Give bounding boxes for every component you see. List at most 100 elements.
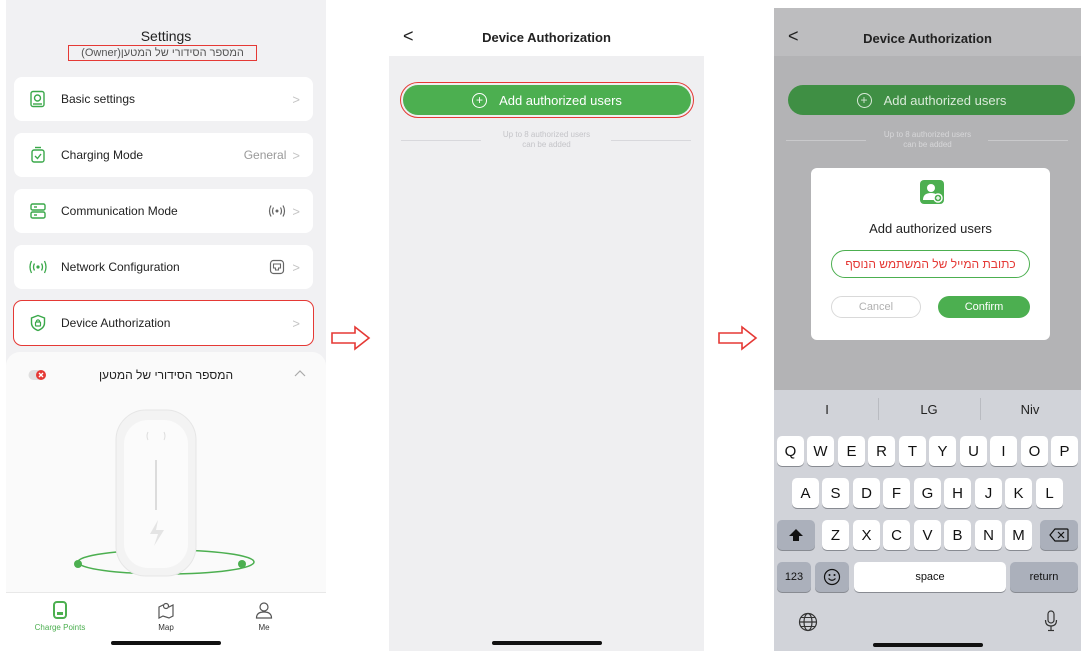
key[interactable]: F: [883, 478, 910, 508]
key[interactable]: B: [944, 520, 971, 550]
authorized-users-limit-hint: Up to 8 authorized users: [883, 130, 972, 139]
cancel-button[interactable]: Cancel: [831, 296, 921, 318]
page-title: Device Authorization: [482, 30, 611, 45]
nav-bar: < Device Authorization: [389, 0, 704, 56]
device-panel: המספר הסידורי של המטען: [6, 352, 326, 592]
add-user-icon: [920, 180, 944, 204]
home-indicator: [491, 641, 602, 645]
key[interactable]: Z: [822, 520, 849, 550]
flow-arrow-right-icon: [331, 325, 371, 351]
key[interactable]: A: [792, 478, 819, 508]
home-indicator: [872, 643, 983, 647]
wireless-signal-icon: [268, 202, 286, 220]
key[interactable]: R: [868, 436, 895, 466]
add-authorized-users-label: Add authorized users: [883, 92, 1007, 108]
key[interactable]: T: [899, 436, 926, 466]
key[interactable]: Q: [777, 436, 804, 466]
key[interactable]: W: [807, 436, 834, 466]
numbers-key[interactable]: 123: [777, 562, 811, 592]
chevron-right-icon: >: [292, 147, 300, 163]
charger-illustration: [74, 409, 255, 577]
key[interactable]: E: [838, 436, 865, 466]
shift-key[interactable]: [777, 520, 815, 550]
suggestion-item[interactable]: LG: [879, 402, 979, 417]
key[interactable]: P: [1051, 436, 1078, 466]
communication-mode-item[interactable]: Communication Mode >: [14, 189, 313, 233]
suggestion-item[interactable]: I: [777, 402, 877, 417]
device-authorization-label: Device Authorization: [61, 316, 171, 330]
key[interactable]: G: [914, 478, 941, 508]
map-icon: [126, 599, 206, 621]
chevron-right-icon: >: [292, 91, 300, 107]
key[interactable]: M: [1005, 520, 1032, 550]
add-user-dialog: Add authorized users כתובת המייל של המשת…: [811, 168, 1050, 340]
basic-settings-item[interactable]: Basic settings >: [14, 77, 313, 121]
emoji-key[interactable]: [815, 562, 849, 592]
key[interactable]: H: [944, 478, 971, 508]
charging-mode-item[interactable]: Charging Mode General >: [14, 133, 313, 177]
key[interactable]: Y: [929, 436, 956, 466]
charging-mode-value: General: [243, 148, 287, 162]
key[interactable]: J: [975, 478, 1002, 508]
charging-mode-icon: [27, 144, 49, 166]
settings-card-icon: [27, 88, 49, 110]
key[interactable]: N: [975, 520, 1002, 550]
tab-charge-points[interactable]: Charge Points: [20, 599, 100, 632]
ethernet-port-icon: [268, 258, 286, 276]
key[interactable]: K: [1005, 478, 1032, 508]
shield-lock-icon: [27, 312, 49, 334]
key[interactable]: X: [853, 520, 880, 550]
emoji-icon: [823, 568, 841, 586]
key[interactable]: U: [960, 436, 987, 466]
globe-icon[interactable]: [798, 612, 818, 637]
key[interactable]: S: [822, 478, 849, 508]
tab-me[interactable]: Me: [224, 599, 304, 632]
suggestion-item[interactable]: Niv: [980, 402, 1080, 417]
chevron-right-icon: >: [292, 315, 300, 331]
device-authorization-item[interactable]: Device Authorization >: [13, 300, 314, 346]
add-authorized-users-button: + Add authorized users: [788, 85, 1075, 115]
return-key[interactable]: return: [1010, 562, 1078, 592]
space-key[interactable]: space: [854, 562, 1006, 592]
on-screen-keyboard: I LG Niv Q W E R T Y U I O P A S D F G H…: [774, 390, 1081, 651]
network-configuration-label: Network Configuration: [61, 260, 180, 274]
communication-icon: [27, 200, 49, 222]
chevron-right-icon: >: [292, 203, 300, 219]
backspace-icon: [1049, 528, 1069, 542]
key[interactable]: O: [1021, 436, 1048, 466]
add-authorized-users-button[interactable]: + Add authorized users: [400, 82, 694, 118]
bottom-tab-bar: Charge Points Map Me: [6, 592, 326, 651]
key[interactable]: D: [853, 478, 880, 508]
charger-icon: [20, 599, 100, 621]
nav-bar: < Device Authorization: [774, 8, 1081, 56]
add-authorized-users-label: Add authorized users: [499, 92, 622, 108]
microphone-icon[interactable]: [1044, 610, 1058, 637]
key[interactable]: L: [1036, 478, 1063, 508]
tab-map[interactable]: Map: [126, 599, 206, 632]
key[interactable]: C: [883, 520, 910, 550]
authorized-users-limit-hint: can be added: [522, 140, 571, 149]
backspace-key[interactable]: [1040, 520, 1078, 550]
plus-circle-icon: +: [472, 92, 488, 108]
authorized-users-limit-hint: Up to 8 authorized users: [502, 130, 591, 139]
page-title: Device Authorization: [863, 31, 992, 46]
collapse-chevron-icon[interactable]: [294, 366, 306, 380]
shift-arrow-icon: [789, 529, 803, 541]
add-user-dialog-screen: < Device Authorization + Add authorized …: [774, 8, 1081, 651]
email-input[interactable]: כתובת המייל של המשתמש הנוסף: [831, 250, 1030, 278]
settings-screen: Settings המספר הסידורי של המטען(Owner) B…: [6, 0, 326, 651]
basic-settings-label: Basic settings: [61, 92, 136, 106]
device-authorization-screen: < Device Authorization + Add authorized …: [389, 0, 704, 651]
confirm-button[interactable]: Confirm: [938, 296, 1030, 318]
key[interactable]: V: [914, 520, 941, 550]
charger-offline-badge-icon: [28, 368, 48, 382]
key[interactable]: I: [990, 436, 1017, 466]
authorized-users-limit-hint: can be added: [903, 140, 952, 149]
dialog-title: Add authorized users: [869, 221, 992, 236]
plus-circle-icon: +: [856, 92, 872, 108]
network-configuration-item[interactable]: Network Configuration >: [14, 245, 313, 289]
tab-charge-points-label: Charge Points: [34, 623, 86, 632]
charging-mode-label: Charging Mode: [61, 148, 144, 162]
chevron-right-icon: >: [292, 259, 300, 275]
communication-mode-label: Communication Mode: [61, 204, 178, 218]
